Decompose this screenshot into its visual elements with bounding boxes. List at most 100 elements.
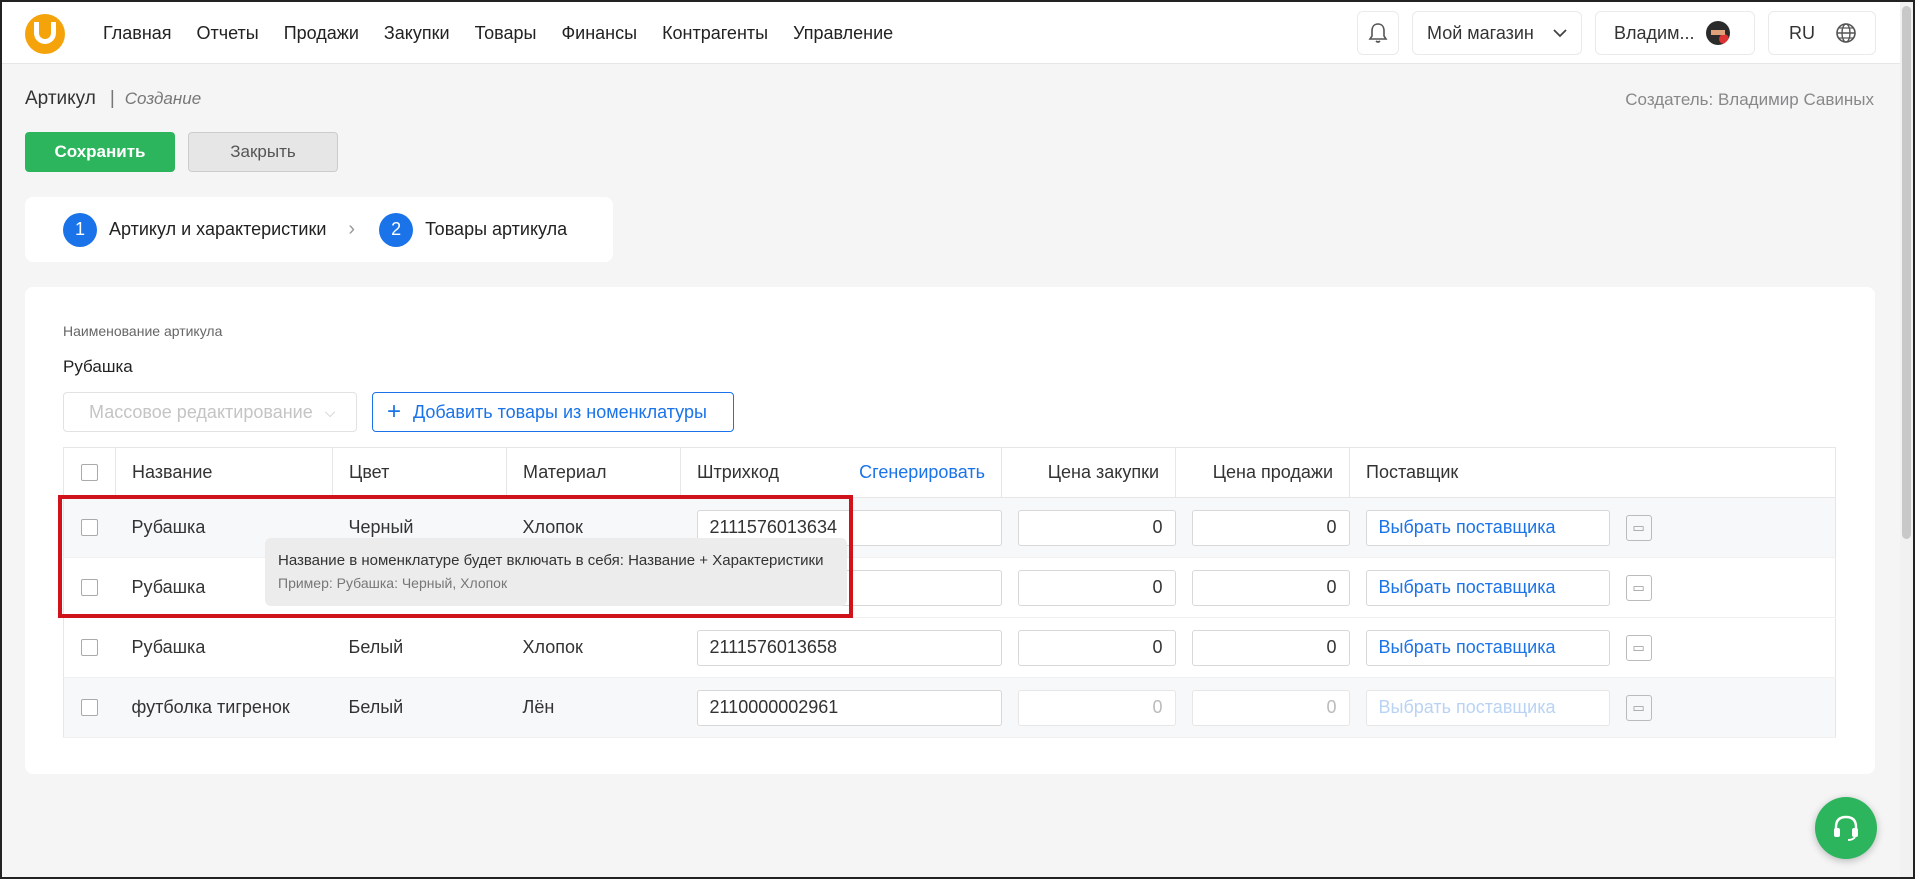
chevron-down-icon: ⌵	[324, 403, 336, 420]
row-material: Хлопок	[506, 617, 681, 678]
language-label: RU	[1789, 22, 1815, 43]
row-name: футболка тигренок	[115, 677, 333, 738]
headset-icon	[1834, 815, 1858, 841]
row-sell-cell: 0	[1175, 497, 1350, 558]
column-sell-price[interactable]: Цена продажи	[1175, 447, 1350, 498]
row-checkbox[interactable]	[81, 699, 98, 716]
column-barcode-label: Штрихкод	[697, 462, 780, 482]
nav-item-counterparties[interactable]: Контрагенты	[662, 23, 768, 44]
bell-icon	[1368, 23, 1388, 43]
step-1-number[interactable]: 1	[63, 212, 97, 247]
row-checkbox[interactable]	[81, 579, 98, 596]
breadcrumb: Артикул | Создание	[25, 88, 202, 109]
main-nav: Главная Отчеты Продажи Закупки Товары Фи…	[103, 2, 918, 64]
logo[interactable]	[25, 14, 65, 54]
column-supplier[interactable]: Поставщик	[1349, 447, 1836, 498]
row-sell-cell: 0	[1175, 677, 1350, 738]
row-barcode-cell: 2111576013658	[680, 617, 1002, 678]
column-buy-price[interactable]: Цена закупки	[1001, 447, 1176, 498]
generate-barcode-link[interactable]: Сгенерировать	[859, 462, 985, 483]
page-title: Артикул	[25, 88, 96, 109]
table-row: Рубашка Белый Хлопок 2111576013658 0 0 В…	[63, 617, 1836, 678]
user-menu[interactable]: Владим...	[1595, 11, 1755, 55]
row-barcode-cell: 2110000002961	[680, 677, 1002, 738]
chevron-right-icon: ›	[348, 218, 356, 240]
row-supplier-cell: Выбрать поставщика ▭	[1349, 617, 1836, 678]
mass-edit-dropdown: Массовое редактирование ⌵	[63, 392, 357, 432]
row-name: Рубашка	[115, 617, 333, 678]
article-name-label: Наименование артикула	[63, 323, 223, 339]
buy-price-input: 0	[1017, 689, 1176, 726]
add-from-nomenclature-button[interactable]: + Добавить товары из номенклатуры	[372, 392, 734, 432]
archive-icon[interactable]: ▭	[1625, 634, 1652, 661]
row-buy-cell: 0	[1001, 497, 1176, 558]
row-checkbox[interactable]	[81, 519, 98, 536]
barcode-input[interactable]: 2111576013658	[696, 629, 1002, 666]
row-material: Лён	[506, 677, 681, 738]
row-supplier-cell: Выбрать поставщика ▭	[1349, 677, 1836, 738]
scrollbar-thumb[interactable]	[1902, 6, 1911, 539]
supplier-select[interactable]: Выбрать поставщика	[1365, 509, 1610, 546]
sell-price-input: 0	[1191, 689, 1350, 726]
notifications-button[interactable]	[1357, 11, 1399, 55]
shop-selector[interactable]: Мой магазин	[1412, 11, 1582, 55]
nav-item-finance[interactable]: Финансы	[561, 23, 637, 44]
archive-icon[interactable]: ▭	[1625, 514, 1652, 541]
save-button[interactable]: Сохранить	[25, 132, 175, 172]
column-name[interactable]: Название	[115, 447, 333, 498]
scrollbar[interactable]	[1900, 2, 1913, 877]
nav-item-purchases[interactable]: Закупки	[384, 23, 450, 44]
supplier-select[interactable]: Выбрать поставщика	[1365, 569, 1610, 606]
support-button[interactable]	[1815, 797, 1877, 859]
barcode-input[interactable]: 2110000002961	[696, 689, 1002, 726]
row-color: Белый	[332, 617, 507, 678]
buy-price-input[interactable]: 0	[1017, 509, 1176, 546]
close-button[interactable]: Закрыть	[188, 132, 338, 172]
page-subtitle: Создание	[124, 89, 202, 108]
avatar	[1706, 21, 1731, 45]
row-buy-cell: 0	[1001, 617, 1176, 678]
article-card: Наименование артикула Рубашка Массовое р…	[25, 287, 1875, 774]
sell-price-input[interactable]: 0	[1191, 509, 1350, 546]
top-bar: Главная Отчеты Продажи Закупки Товары Фи…	[2, 2, 1900, 64]
archive-icon[interactable]: ▭	[1625, 694, 1652, 721]
sell-price-input[interactable]: 0	[1191, 629, 1350, 666]
row-buy-cell: 0	[1001, 557, 1176, 618]
tooltip-line-2: Пример: Рубашка: Черный, Хлопок	[278, 575, 508, 591]
sell-price-input[interactable]: 0	[1191, 569, 1350, 606]
stepper: 1 Артикул и характеристики › 2 Товары ар…	[25, 197, 613, 262]
archive-icon[interactable]: ▭	[1625, 574, 1652, 601]
select-all-cell	[63, 447, 116, 498]
row-checkbox-cell	[63, 497, 116, 558]
name-tooltip: Название в номенклатуре будет включать в…	[265, 538, 847, 606]
nav-item-goods[interactable]: Товары	[475, 23, 537, 44]
row-supplier-cell: Выбрать поставщика ▭	[1349, 497, 1836, 558]
row-checkbox-cell	[63, 677, 116, 738]
nav-item-sales[interactable]: Продажи	[284, 23, 359, 44]
table-header-row: Название Цвет Материал Штрихкод Сгенериро…	[63, 447, 1836, 498]
supplier-select: Выбрать поставщика	[1365, 689, 1610, 726]
article-name-value: Рубашка	[63, 357, 133, 376]
step-2-number[interactable]: 2	[379, 212, 414, 247]
language-selector[interactable]: RU	[1768, 11, 1876, 55]
shop-label: Мой магазин	[1427, 22, 1534, 43]
supplier-select[interactable]: Выбрать поставщика	[1365, 629, 1610, 666]
row-supplier-cell: Выбрать поставщика ▭	[1349, 557, 1836, 618]
column-color[interactable]: Цвет	[332, 447, 507, 498]
step-2-label[interactable]: Товары артикула	[425, 219, 567, 240]
tooltip-line-1: Название в номенклатуре будет включать в…	[278, 552, 824, 569]
globe-icon	[1836, 23, 1856, 43]
nav-item-reports[interactable]: Отчеты	[197, 23, 259, 44]
column-material[interactable]: Материал	[506, 447, 681, 498]
add-from-nomenclature-label: Добавить товары из номенклатуры	[413, 401, 707, 422]
buy-price-input[interactable]: 0	[1017, 629, 1176, 666]
mass-edit-label: Массовое редактирование	[89, 401, 313, 422]
nav-item-management[interactable]: Управление	[793, 23, 893, 44]
step-1-label[interactable]: Артикул и характеристики	[109, 219, 326, 240]
row-checkbox[interactable]	[81, 639, 98, 656]
row-buy-cell: 0	[1001, 677, 1176, 738]
row-checkbox-cell	[63, 617, 116, 678]
select-all-checkbox[interactable]	[81, 464, 98, 481]
buy-price-input[interactable]: 0	[1017, 569, 1176, 606]
nav-item-home[interactable]: Главная	[103, 23, 172, 44]
